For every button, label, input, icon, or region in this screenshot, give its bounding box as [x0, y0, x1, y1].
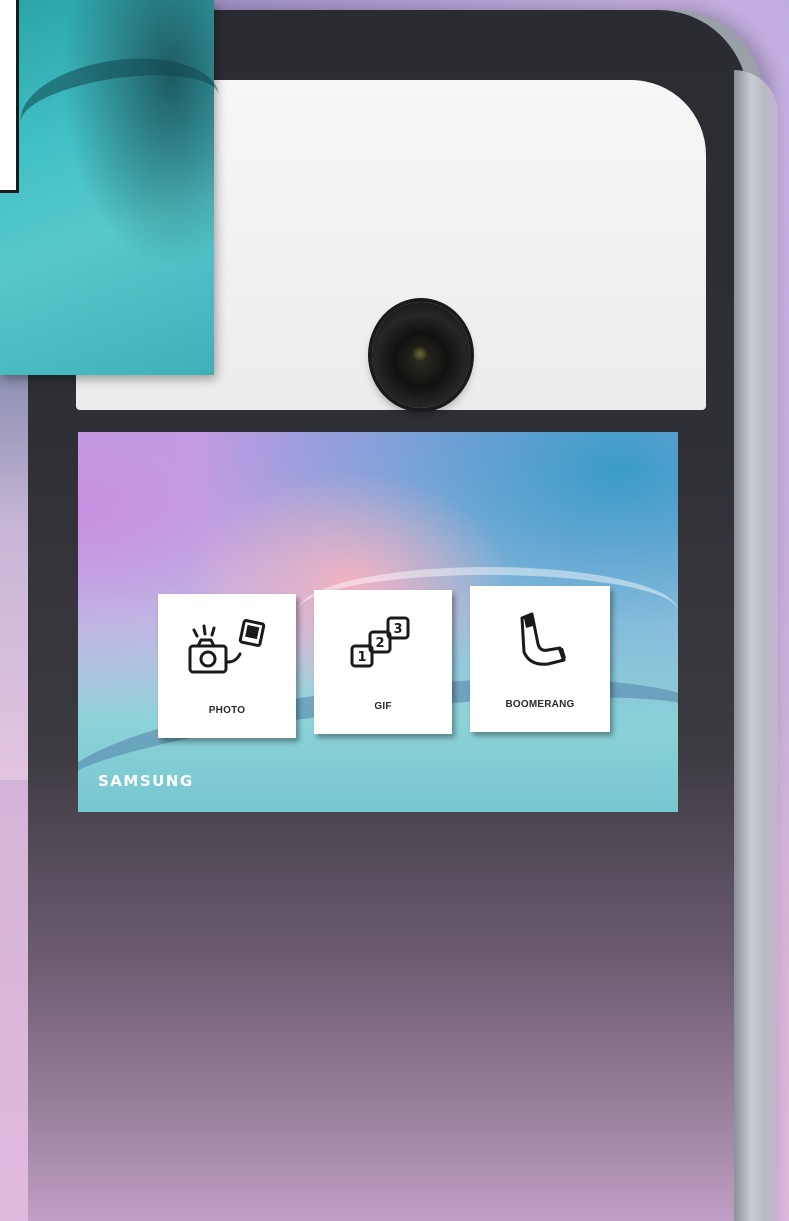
photo-mode-label: PHOTO — [208, 705, 246, 716]
preview-tablet — [0, 0, 226, 375]
touch-screen: PHOTO 1 2 3 GIF BOOMERANG SAMSUNG — [78, 432, 678, 812]
camera-with-print-icon — [188, 619, 266, 674]
preview-wallpaper-wave — [14, 46, 226, 172]
photo-mode-button[interactable]: PHOTO — [158, 594, 296, 738]
camera-lens-icon — [372, 302, 470, 408]
boomerang-icon — [520, 612, 566, 666]
preview-inset-frame — [0, 0, 19, 193]
scene: PHOTO 1 2 3 GIF BOOMERANG SAMSUNG — [0, 0, 789, 1221]
gif-mode-button[interactable]: 1 2 3 GIF — [314, 590, 452, 734]
mode-selector: PHOTO 1 2 3 GIF BOOMERANG — [158, 584, 618, 739]
brand-logo: SAMSUNG — [98, 772, 194, 790]
svg-text:3: 3 — [393, 622, 402, 637]
boomerang-mode-button[interactable]: BOOMERANG — [470, 586, 610, 732]
boomerang-mode-label: BOOMERANG — [505, 699, 575, 710]
gif-mode-label: GIF — [374, 701, 392, 712]
svg-text:2: 2 — [375, 636, 384, 651]
kiosk-side-edge — [734, 70, 778, 1221]
svg-text:1: 1 — [357, 650, 366, 665]
numbered-frames-icon: 1 2 3 — [350, 616, 410, 668]
